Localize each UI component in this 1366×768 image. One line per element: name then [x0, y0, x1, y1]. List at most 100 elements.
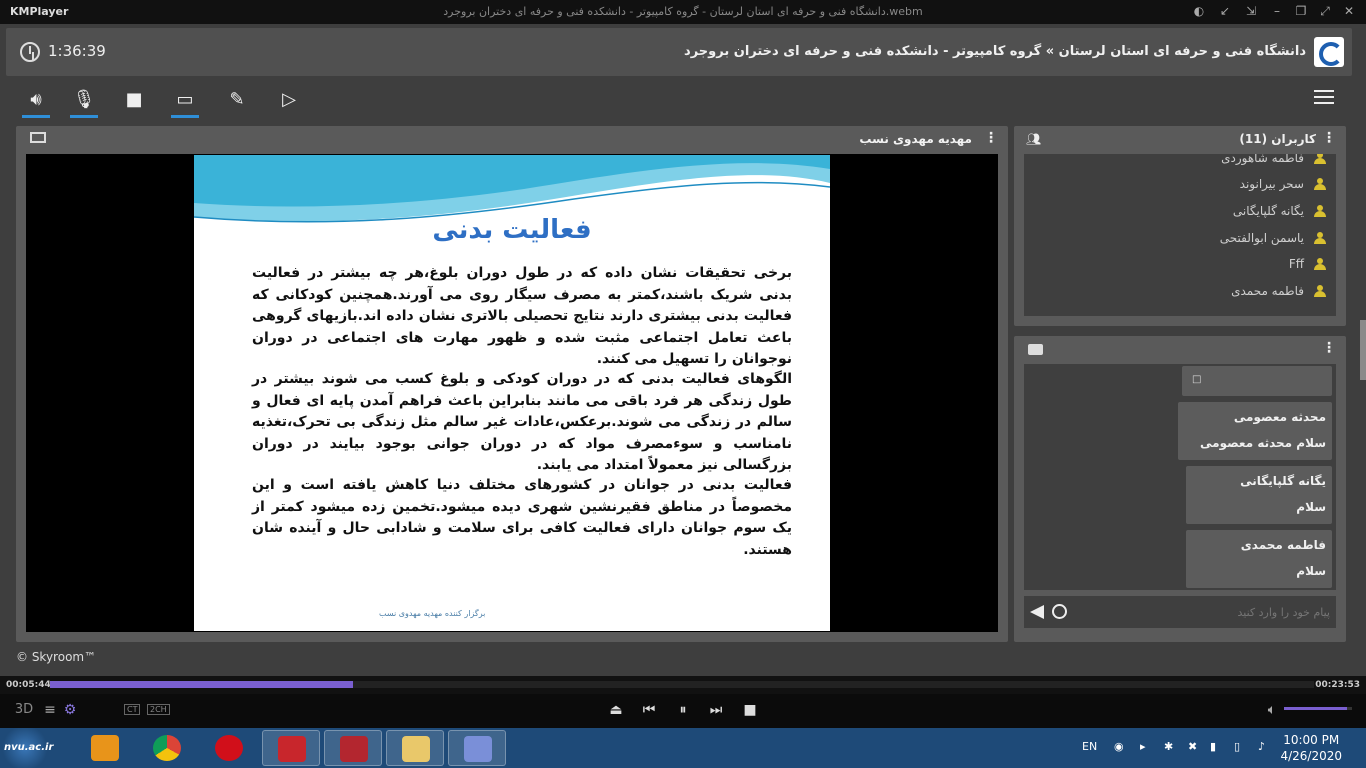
- signal-icon[interactable]: ▮: [1210, 740, 1216, 753]
- three-d-button[interactable]: 3D: [14, 702, 34, 717]
- chat-input[interactable]: [1084, 602, 1330, 622]
- hamburger-menu-icon[interactable]: [1314, 90, 1334, 106]
- user-icon: [1314, 178, 1326, 190]
- chat-input-bar: [1024, 596, 1336, 628]
- bluetooth-icon[interactable]: ✱: [1164, 740, 1173, 753]
- message-sender: یگانه گلپایگانی: [1240, 474, 1326, 488]
- users-title: کاربران (11): [1239, 132, 1316, 146]
- player-title-bar: KMPlayer دانشگاه فنی و حرفه ای استان لرس…: [0, 0, 1366, 24]
- kmplayer-icon: [464, 736, 492, 762]
- user-icon: [1314, 232, 1326, 244]
- network-warning-icon[interactable]: ✖: [1188, 740, 1197, 753]
- ct-label[interactable]: CT: [124, 704, 141, 715]
- tray-arrow-icon[interactable]: ▸: [1140, 740, 1146, 753]
- volume-tray-icon[interactable]: ♪: [1258, 740, 1265, 753]
- media-player-icon: [91, 735, 119, 761]
- university-logo: [1314, 37, 1344, 67]
- chat-message: □: [1182, 366, 1332, 396]
- chat-message: فاطمه محمدی سلام: [1186, 530, 1332, 588]
- stop-icon[interactable]: ■: [740, 702, 760, 718]
- taskbar-chrome[interactable]: [138, 730, 196, 766]
- session-timer: 1:36:39: [48, 42, 106, 60]
- screen-icon: [30, 132, 46, 143]
- seek-bar: 00:05:44 00:23:53: [0, 676, 1366, 694]
- message-sender: محدثه معصومی: [1233, 410, 1326, 424]
- room-title: دانشگاه فنی و حرفه ای استان لرستان » گرو…: [684, 44, 1306, 59]
- more-options-icon[interactable]: ⋮: [1322, 130, 1336, 146]
- pin-icon[interactable]: ↙: [1216, 4, 1234, 18]
- microphone-icon[interactable]: 🎙︎: [70, 88, 98, 118]
- taskbar-access[interactable]: [324, 730, 382, 766]
- opera-icon: [215, 735, 243, 761]
- battery-icon[interactable]: ▯: [1234, 740, 1240, 753]
- more-options-icon[interactable]: ⋮: [1322, 340, 1336, 356]
- playlist-icon[interactable]: ≡: [40, 702, 60, 718]
- volume-slider[interactable]: [1284, 707, 1352, 710]
- eject-icon[interactable]: ⏏: [606, 702, 626, 718]
- message-sender: فاطمه محمدی: [1240, 538, 1326, 552]
- user-item[interactable]: Fff: [1050, 252, 1330, 278]
- taskbar-kmplayer[interactable]: [448, 730, 506, 766]
- video-panel-header: مهدیه مهدوی نسب ⋮: [16, 126, 1008, 152]
- next-icon[interactable]: ⏭: [706, 702, 726, 718]
- presentation-slide: فعالیت بدنی برخی تحقیقات نشان داده که در…: [194, 155, 830, 631]
- windows-taskbar: nvu.ac.ir EN ◉ ▸ ✱ ✖ ▮ ▯ ♪ 10:00 PM 4/26…: [0, 728, 1366, 768]
- close-icon[interactable]: ✕: [1340, 4, 1358, 18]
- user-icon: [1314, 285, 1326, 297]
- tray-app-icon[interactable]: ◉: [1114, 740, 1124, 753]
- users-panel: 👥︎ کاربران (11) ⋮ فاطمه شاهوردی سحر بیرا…: [1014, 126, 1346, 326]
- file-title: دانشگاه فنی و حرفه ای استان لرستان - گرو…: [443, 5, 923, 18]
- seek-track[interactable]: [50, 681, 1314, 688]
- taskbar-file-explorer[interactable]: [386, 730, 444, 766]
- send-icon[interactable]: [1030, 605, 1044, 619]
- brush-icon[interactable]: ✎: [225, 88, 249, 112]
- channel-label[interactable]: 2CH: [147, 704, 170, 715]
- user-item[interactable]: یاسمن ابوالفتحی: [1050, 226, 1330, 252]
- camera-icon[interactable]: ■: [122, 88, 146, 112]
- folder-icon: [402, 736, 430, 762]
- pause-icon[interactable]: ⏸: [673, 702, 693, 718]
- presenter-name: مهدیه مهدوی نسب: [859, 132, 972, 146]
- toggle-icon[interactable]: ◐: [1190, 4, 1208, 18]
- chat-message: یگانه گلپایگانی سلام: [1186, 466, 1332, 524]
- chrome-icon: [153, 735, 181, 761]
- taskbar-opera[interactable]: [200, 730, 258, 766]
- user-item[interactable]: فاطمه شاهوردی: [1050, 154, 1330, 172]
- chat-message: محدثه معصومی سلام محدثه معصومی: [1178, 402, 1332, 460]
- video-panel: مهدیه مهدوی نسب ⋮ فعالیت بدنی برخی تحقیق…: [16, 126, 1008, 642]
- chat-panel: ⋮ □ محدثه معصومی سلام محدثه معصومی یگانه…: [1014, 336, 1346, 642]
- start-button[interactable]: nvu.ac.ir: [0, 728, 53, 768]
- previous-icon[interactable]: ⏮: [639, 702, 659, 718]
- total-time: 00:23:53: [1315, 680, 1360, 690]
- slide-paragraph-3: فعالیت بدنی در جوانان در کشورهای مختلف د…: [252, 477, 792, 558]
- slide-heading: فعالیت بدنی: [432, 215, 592, 245]
- elapsed-time: 00:05:44: [6, 680, 51, 690]
- user-item[interactable]: سحر بیرانوند: [1050, 172, 1330, 198]
- settings-icon[interactable]: ⚙: [60, 702, 80, 718]
- more-options-icon[interactable]: ⋮: [984, 130, 998, 146]
- screen-share-icon[interactable]: ▭: [171, 88, 199, 118]
- user-icon: [1314, 154, 1326, 164]
- user-item[interactable]: یگانه گلپایگانی: [1050, 199, 1330, 225]
- pdf-icon: [278, 736, 306, 762]
- compact-icon[interactable]: ⇲: [1242, 4, 1260, 18]
- skyroom-brand: © Skyroom™: [16, 650, 97, 664]
- scrollbar-thumb[interactable]: [1360, 320, 1366, 380]
- language-indicator[interactable]: EN: [1082, 740, 1097, 753]
- message-text: سلام: [1296, 564, 1326, 578]
- fullscreen-icon[interactable]: ⤢: [1316, 4, 1334, 19]
- presentation-icon[interactable]: ▷: [277, 88, 301, 112]
- room-header: 1:36:39 دانشگاه فنی و حرفه ای استان لرست…: [6, 28, 1352, 76]
- taskbar-media-player[interactable]: [76, 730, 134, 766]
- taskbar-pdf-reader[interactable]: [262, 730, 320, 766]
- user-item[interactable]: فاطمه محمدی: [1050, 279, 1330, 305]
- speaker-icon[interactable]: 🔊︎: [22, 88, 50, 118]
- emoji-icon[interactable]: [1052, 604, 1067, 619]
- access-icon: [340, 736, 368, 762]
- screen: KMPlayer دانشگاه فنی و حرفه ای استان لرس…: [0, 0, 1366, 768]
- volume-icon[interactable]: 🔈︎: [1262, 702, 1282, 718]
- minimize-icon[interactable]: –: [1268, 4, 1286, 18]
- chat-icon: [1028, 344, 1043, 355]
- maximize-icon[interactable]: ❐: [1292, 4, 1310, 18]
- system-clock[interactable]: 10:00 PM 4/26/2020: [1280, 732, 1342, 764]
